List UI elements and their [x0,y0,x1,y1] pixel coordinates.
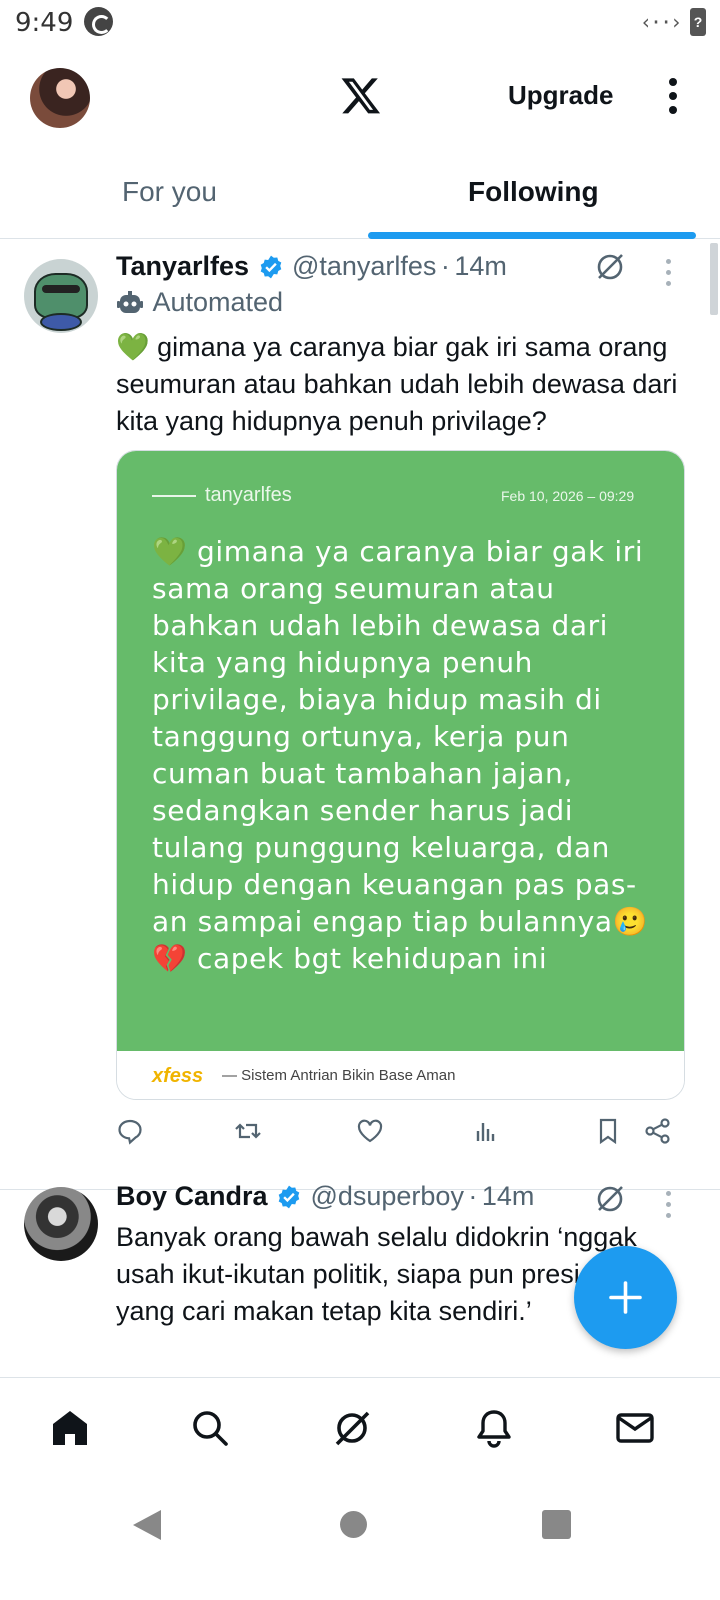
avatar[interactable] [24,1187,98,1261]
tweet-action-bar [116,1117,686,1153]
tweet-header: Boy Candra @dsuperboy · 14m [116,1181,534,1221]
x-logo-icon [341,78,381,114]
tab-for-you[interactable]: For you [122,176,217,208]
verified-badge-icon [278,1185,300,1208]
bottom-navigation [0,1377,720,1477]
top-bar: Upgrade [0,44,720,154]
tweet-more-icon[interactable] [664,259,672,287]
avatar[interactable] [24,259,98,333]
tweet-header: Tanyarlfes @tanyarlfes · 14m [116,251,507,291]
robot-icon [117,290,143,313]
reply-icon[interactable] [116,1117,144,1145]
retweet-icon[interactable] [234,1117,262,1145]
app-notification-icon [84,7,113,36]
media-brand: xfess [152,1065,204,1087]
tweet-more-icon[interactable] [664,1191,672,1219]
plus-icon [609,1281,642,1314]
tweet-text: 💚 gimana ya caranya biar gak iri sama or… [116,332,678,436]
tweet-timestamp[interactable]: 14m [482,1181,535,1211]
tweet-author-name[interactable]: Tanyarlfes [116,251,249,281]
search-icon[interactable] [190,1408,230,1448]
tweet[interactable]: Tanyarlfes @tanyarlfes · 14m Automated 💚… [0,245,720,1190]
media-image-body: tanyarlfes Feb 10, 2026 – 09:29 💚 gimana… [117,451,684,1051]
compose-button[interactable] [574,1246,677,1349]
media-tagline: — Sistem Antrian Bikin Base Aman [222,1067,456,1084]
back-icon[interactable] [133,1510,161,1540]
tweet-author-handle[interactable]: @dsuperboy [310,1181,464,1211]
media-date: Feb 10, 2026 – 09:29 [501,488,635,504]
grok-icon[interactable] [594,1183,626,1215]
more-vertical-icon[interactable] [668,78,678,118]
separator-dot: · [440,251,450,281]
notifications-icon[interactable] [474,1408,514,1448]
verified-badge-icon [260,255,281,278]
tweet-media-image[interactable]: tanyarlfes Feb 10, 2026 – 09:29 💚 gimana… [116,450,685,1100]
media-divider [152,495,196,497]
tweet-author-name[interactable]: Boy Candra [116,1181,268,1211]
recents-icon[interactable] [542,1510,571,1539]
home-button-icon[interactable] [340,1511,367,1538]
tweet-timestamp[interactable]: 14m [454,251,507,281]
profile-avatar[interactable] [30,68,90,128]
messages-icon[interactable] [615,1408,655,1448]
tweet-author-handle[interactable]: @tanyarlfes [292,251,436,281]
upgrade-button[interactable]: Upgrade [508,80,613,111]
like-icon[interactable] [356,1117,384,1145]
media-text: 💚 gimana ya caranya biar gak iri sama or… [152,535,649,975]
home-icon[interactable] [50,1408,90,1448]
grok-icon[interactable] [332,1408,372,1448]
separator-dot: · [468,1181,478,1211]
media-username: tanyarlfes [205,484,292,506]
media-footer: xfess — Sistem Antrian Bikin Base Aman [117,1051,684,1099]
automated-label: Automated [152,287,284,317]
bookmark-icon[interactable] [594,1117,622,1145]
tab-following[interactable]: Following [468,176,599,208]
system-navigation-bar [0,1478,720,1600]
share-icon[interactable] [644,1117,672,1145]
battery-icon: ? [690,8,706,36]
status-time: 9:49 [15,8,74,38]
active-tab-indicator [368,232,696,239]
status-bar: 9:49 ‹··› ? [0,0,720,44]
timeline-tabs: For you Following [0,154,720,239]
automated-label-row: Automated [116,287,283,323]
grok-icon[interactable] [594,251,626,283]
data-transfer-icon: ‹··› [640,10,682,34]
views-icon[interactable] [472,1117,500,1145]
